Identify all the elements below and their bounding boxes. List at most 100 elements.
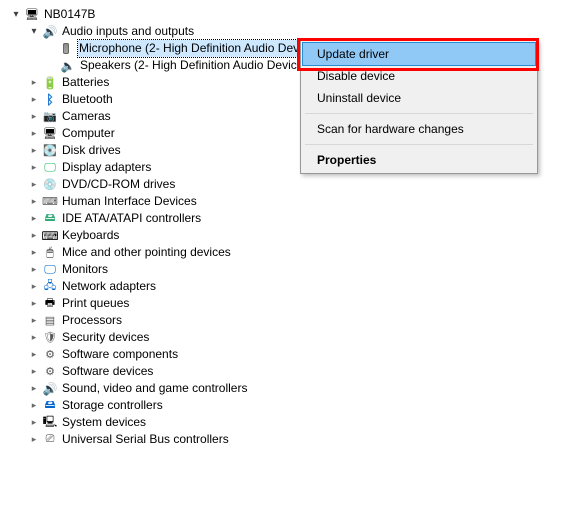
expand-toggle[interactable] [28,366,40,378]
category-label: Storage controllers [62,397,163,414]
tree-root-row[interactable]: NB0147B [10,6,562,23]
ctx-item-label: Update driver [317,47,389,61]
category-label: Cameras [62,108,111,125]
expand-toggle[interactable] [28,298,40,310]
device-label: Microphone (2- High Definition Audio Dev… [78,40,319,57]
expand-toggle[interactable] [28,230,40,242]
shield-icon [42,330,58,346]
usb-icon [42,432,58,448]
expand-toggle[interactable] [28,77,40,89]
category-label: Audio inputs and outputs [62,23,194,40]
ctx-item-label: Properties [317,153,376,167]
device-label: Speakers (2- High Definition Audio Devic… [80,57,307,74]
category-label: Network adapters [62,278,156,295]
expand-toggle[interactable] [28,162,40,174]
category-label: DVD/CD-ROM drives [62,176,175,193]
audio-icon [42,24,58,40]
category-label: Bluetooth [62,91,113,108]
category-label: Mice and other pointing devices [62,244,231,261]
category-monitors[interactable]: Monitors [10,261,562,278]
category-label: Software devices [62,363,153,380]
category-software-components[interactable]: Software components [10,346,562,363]
disk-icon [42,143,58,159]
sound-icon [42,381,58,397]
ctx-properties[interactable]: Properties [303,149,535,171]
expand-toggle[interactable] [28,145,40,157]
category-label: Monitors [62,261,108,278]
mouse-icon [42,245,58,261]
ctx-disable-device[interactable]: Disable device [303,65,535,87]
category-security[interactable]: Security devices [10,329,562,346]
monitor-icon [42,262,58,278]
expand-toggle[interactable] [28,128,40,140]
expand-toggle[interactable] [28,383,40,395]
category-ide[interactable]: IDE ATA/ATAPI controllers [10,210,562,227]
ctx-scan-hardware[interactable]: Scan for hardware changes [303,118,535,140]
expand-toggle[interactable] [28,281,40,293]
expand-toggle[interactable] [28,417,40,429]
category-usb-controllers[interactable]: Universal Serial Bus controllers [10,431,562,448]
category-label: Security devices [62,329,149,346]
category-keyboards[interactable]: Keyboards [10,227,562,244]
gear-icon [42,347,58,363]
expand-toggle[interactable] [28,332,40,344]
category-audio[interactable]: Audio inputs and outputs [10,23,562,40]
category-label: Sound, video and game controllers [62,380,247,397]
ctx-uninstall-device[interactable]: Uninstall device [303,87,535,109]
category-sound-video-game[interactable]: Sound, video and game controllers [10,380,562,397]
printer-icon [42,296,58,312]
category-label: Processors [62,312,122,329]
tree-root-label: NB0147B [44,6,95,23]
ctx-item-label: Disable device [317,69,395,83]
ctx-item-label: Scan for hardware changes [317,122,464,136]
ctx-separator [305,113,533,114]
ctx-update-driver[interactable]: Update driver [302,42,536,66]
expand-toggle[interactable] [28,196,40,208]
microphone-icon [63,43,69,54]
expand-toggle[interactable] [28,264,40,276]
category-storage-controllers[interactable]: Storage controllers [10,397,562,414]
expand-toggle[interactable] [28,349,40,361]
category-software-devices[interactable]: Software devices [10,363,562,380]
category-label: Display adapters [62,159,151,176]
category-label: Batteries [62,74,109,91]
computer-icon [42,126,58,142]
cpu-icon [42,313,58,329]
gear-icon [42,364,58,380]
camera-icon [42,109,58,125]
category-label: Human Interface Devices [62,193,197,210]
expand-toggle[interactable] [28,213,40,225]
speakers-icon [60,58,76,74]
category-label: Software components [62,346,178,363]
storage-icon [42,398,58,414]
category-label: System devices [62,414,146,431]
category-label: Disk drives [62,142,121,159]
dvd-icon [42,177,58,193]
expand-toggle[interactable] [28,434,40,446]
expand-toggle[interactable] [28,26,40,38]
category-print-queues[interactable]: Print queues [10,295,562,312]
category-label: Keyboards [62,227,119,244]
bluetooth-icon [42,92,58,108]
keyboard-icon [42,228,58,244]
display-icon [42,160,58,176]
category-hid[interactable]: Human Interface Devices [10,193,562,210]
category-processors[interactable]: Processors [10,312,562,329]
battery-icon [42,75,58,91]
expand-toggle[interactable] [28,94,40,106]
system-icon [42,415,58,431]
expand-toggle[interactable] [10,9,22,21]
category-dvd-cd[interactable]: DVD/CD-ROM drives [10,176,562,193]
expand-toggle[interactable] [28,400,40,412]
expand-toggle[interactable] [28,247,40,259]
expand-toggle[interactable] [28,111,40,123]
category-mice[interactable]: Mice and other pointing devices [10,244,562,261]
expand-toggle[interactable] [28,179,40,191]
category-label: Print queues [62,295,129,312]
category-label: Universal Serial Bus controllers [62,431,229,448]
category-system-devices[interactable]: System devices [10,414,562,431]
computer-root-icon [24,7,40,23]
ctx-separator [305,144,533,145]
expand-toggle[interactable] [28,315,40,327]
category-network[interactable]: Network adapters [10,278,562,295]
